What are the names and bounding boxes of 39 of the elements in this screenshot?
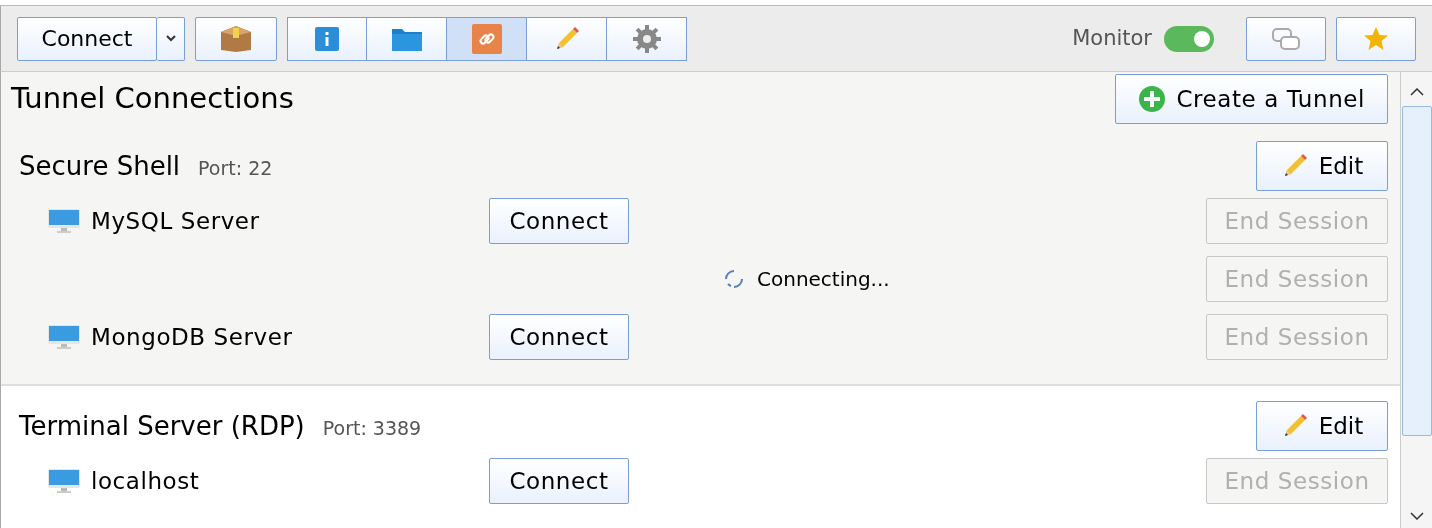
monitor-label: Monitor xyxy=(1072,24,1152,52)
view-tab[interactable] xyxy=(607,16,687,61)
port-label: Port: 3389 xyxy=(322,415,422,441)
monitor-icon xyxy=(47,324,81,350)
link-icon xyxy=(471,23,502,54)
chat-button[interactable] xyxy=(1246,16,1326,61)
view-tab[interactable] xyxy=(447,16,527,61)
package-button[interactable] xyxy=(195,16,277,61)
host-name: localhost xyxy=(91,466,200,496)
spinner-icon xyxy=(723,268,745,290)
view-tab[interactable] xyxy=(287,16,367,61)
plus-circle-icon xyxy=(1138,85,1167,113)
favorites-button[interactable] xyxy=(1336,16,1416,61)
monitor-toggle[interactable] xyxy=(1164,25,1214,52)
edit-button[interactable]: Edit xyxy=(1256,401,1388,451)
info-icon xyxy=(315,26,339,51)
status-text: Connecting... xyxy=(757,266,890,293)
view-tab[interactable] xyxy=(527,16,607,61)
host-name: MySQL Server xyxy=(91,206,260,236)
overlapping-squares-icon xyxy=(1271,26,1301,51)
port-label: Port: 22 xyxy=(198,155,273,181)
edit-button[interactable]: Edit xyxy=(1256,141,1388,191)
caret-icon xyxy=(165,35,176,42)
page-title: Tunnel Connections xyxy=(11,80,294,118)
settings-icon xyxy=(631,23,662,54)
monitor-icon xyxy=(47,208,81,234)
create-tunnel-button[interactable]: Create a Tunnel xyxy=(1115,74,1388,124)
dropdown-button[interactable] xyxy=(157,16,185,61)
scrollbar-thumb[interactable] xyxy=(1401,106,1432,436)
host-name: MongoDB Server xyxy=(91,322,293,352)
scroll-down-icon[interactable] xyxy=(1409,512,1424,520)
section-title: Secure Shell xyxy=(19,149,181,183)
scroll-up-icon[interactable] xyxy=(1409,88,1424,96)
connect-button[interactable]: Connect xyxy=(17,16,157,61)
view-tab[interactable] xyxy=(367,16,447,61)
star-icon xyxy=(1363,25,1389,52)
section-title: Terminal Server (RDP) xyxy=(19,409,305,443)
box-icon xyxy=(220,24,252,53)
monitor-icon xyxy=(47,468,81,494)
